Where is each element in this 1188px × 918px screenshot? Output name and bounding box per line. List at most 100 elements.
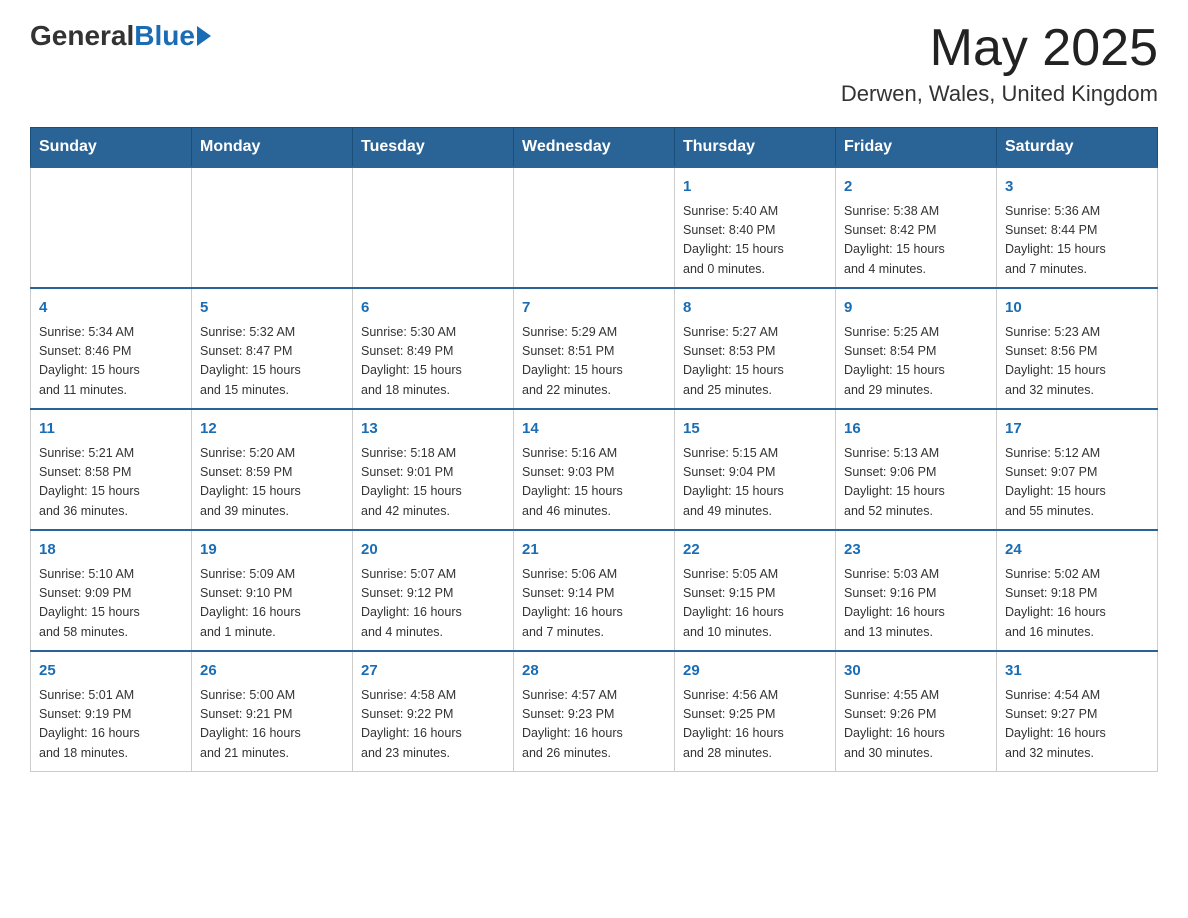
day-of-week-header: Thursday xyxy=(675,128,836,168)
day-info: Sunrise: 5:06 AM Sunset: 9:14 PM Dayligh… xyxy=(522,565,666,643)
day-number: 16 xyxy=(844,418,988,441)
calendar-week-row: 25 Sunrise: 5:01 AM Sunset: 9:19 PM Dayli… xyxy=(31,651,1158,772)
logo-general-text: General xyxy=(30,20,134,52)
calendar-cell: 19 Sunrise: 5:09 AM Sunset: 9:10 PM Dayli… xyxy=(192,530,353,651)
calendar-cell: 11Sunrise: 5:21 AM Sunset: 8:58 PM Dayli… xyxy=(31,409,192,530)
calendar-cell: 14Sunrise: 5:16 AM Sunset: 9:03 PM Dayli… xyxy=(514,409,675,530)
day-info: Sunrise: 5:09 AM Sunset: 9:10 PM Dayligh… xyxy=(200,565,344,643)
day-info: Sunrise: 5:32 AM Sunset: 8:47 PM Dayligh… xyxy=(200,323,344,401)
day-info: Sunrise: 4:56 AM Sunset: 9:25 PM Dayligh… xyxy=(683,686,827,764)
day-info: Sunrise: 5:12 AM Sunset: 9:07 PM Dayligh… xyxy=(1005,444,1149,522)
title-area: May 2025 Derwen, Wales, United Kingdom xyxy=(841,20,1158,107)
day-number: 3 xyxy=(1005,176,1149,199)
calendar-cell: 12Sunrise: 5:20 AM Sunset: 8:59 PM Dayli… xyxy=(192,409,353,530)
day-info: Sunrise: 5:10 AM Sunset: 9:09 PM Dayligh… xyxy=(39,565,183,643)
calendar-cell: 21 Sunrise: 5:06 AM Sunset: 9:14 PM Dayli… xyxy=(514,530,675,651)
calendar-cell: 28 Sunrise: 4:57 AM Sunset: 9:23 PM Dayli… xyxy=(514,651,675,772)
day-number: 1 xyxy=(683,176,827,199)
day-info: Sunrise: 5:13 AM Sunset: 9:06 PM Dayligh… xyxy=(844,444,988,522)
day-info: Sunrise: 5:40 AM Sunset: 8:40 PM Dayligh… xyxy=(683,202,827,280)
day-info: Sunrise: 5:34 AM Sunset: 8:46 PM Dayligh… xyxy=(39,323,183,401)
day-number: 2 xyxy=(844,176,988,199)
calendar-cell: 9Sunrise: 5:25 AM Sunset: 8:54 PM Daylig… xyxy=(836,288,997,409)
logo-blue-part: Blue xyxy=(134,20,211,52)
month-title: May 2025 xyxy=(841,20,1158,77)
day-number: 28 xyxy=(522,660,666,683)
day-number: 26 xyxy=(200,660,344,683)
calendar-week-row: 1 Sunrise: 5:40 AM Sunset: 8:40 PM Daylig… xyxy=(31,167,1158,288)
day-number: 27 xyxy=(361,660,505,683)
calendar-cell: 20 Sunrise: 5:07 AM Sunset: 9:12 PM Dayli… xyxy=(353,530,514,651)
calendar-cell: 18Sunrise: 5:10 AM Sunset: 9:09 PM Dayli… xyxy=(31,530,192,651)
day-info: Sunrise: 5:00 AM Sunset: 9:21 PM Dayligh… xyxy=(200,686,344,764)
day-number: 13 xyxy=(361,418,505,441)
calendar-cell: 2Sunrise: 5:38 AM Sunset: 8:42 PM Daylig… xyxy=(836,167,997,288)
calendar-cell: 8Sunrise: 5:27 AM Sunset: 8:53 PM Daylig… xyxy=(675,288,836,409)
day-number: 22 xyxy=(683,539,827,562)
calendar-cell xyxy=(353,167,514,288)
day-info: Sunrise: 4:58 AM Sunset: 9:22 PM Dayligh… xyxy=(361,686,505,764)
day-number: 19 xyxy=(200,539,344,562)
logo: General Blue xyxy=(30,20,211,52)
calendar-cell: 10 Sunrise: 5:23 AM Sunset: 8:56 PM Dayli… xyxy=(997,288,1158,409)
logo-blue-text: Blue xyxy=(134,20,195,52)
day-of-week-header: Monday xyxy=(192,128,353,168)
calendar-cell: 26 Sunrise: 5:00 AM Sunset: 9:21 PM Dayli… xyxy=(192,651,353,772)
day-of-week-header: Wednesday xyxy=(514,128,675,168)
day-number: 21 xyxy=(522,539,666,562)
day-of-week-header: Saturday xyxy=(997,128,1158,168)
day-number: 7 xyxy=(522,297,666,320)
calendar-cell xyxy=(192,167,353,288)
calendar-cell: 16 Sunrise: 5:13 AM Sunset: 9:06 PM Dayli… xyxy=(836,409,997,530)
calendar-cell: 29 Sunrise: 4:56 AM Sunset: 9:25 PM Dayli… xyxy=(675,651,836,772)
day-number: 6 xyxy=(361,297,505,320)
calendar-cell: 13 Sunrise: 5:18 AM Sunset: 9:01 PM Dayli… xyxy=(353,409,514,530)
day-number: 11 xyxy=(39,418,183,441)
day-number: 30 xyxy=(844,660,988,683)
calendar-cell: 22 Sunrise: 5:05 AM Sunset: 9:15 PM Dayli… xyxy=(675,530,836,651)
calendar-week-row: 11Sunrise: 5:21 AM Sunset: 8:58 PM Dayli… xyxy=(31,409,1158,530)
day-number: 25 xyxy=(39,660,183,683)
day-of-week-header: Tuesday xyxy=(353,128,514,168)
day-info: Sunrise: 4:55 AM Sunset: 9:26 PM Dayligh… xyxy=(844,686,988,764)
page-header: General Blue May 2025 Derwen, Wales, Uni… xyxy=(30,20,1158,107)
day-number: 23 xyxy=(844,539,988,562)
calendar-cell: 23 Sunrise: 5:03 AM Sunset: 9:16 PM Dayli… xyxy=(836,530,997,651)
day-info: Sunrise: 5:05 AM Sunset: 9:15 PM Dayligh… xyxy=(683,565,827,643)
calendar-table: SundayMondayTuesdayWednesdayThursdayFrid… xyxy=(30,127,1158,772)
day-info: Sunrise: 5:23 AM Sunset: 8:56 PM Dayligh… xyxy=(1005,323,1149,401)
calendar-cell: 3 Sunrise: 5:36 AM Sunset: 8:44 PM Daylig… xyxy=(997,167,1158,288)
day-number: 31 xyxy=(1005,660,1149,683)
day-number: 24 xyxy=(1005,539,1149,562)
calendar-cell: 6 Sunrise: 5:30 AM Sunset: 8:49 PM Daylig… xyxy=(353,288,514,409)
calendar-cell: 25 Sunrise: 5:01 AM Sunset: 9:19 PM Dayli… xyxy=(31,651,192,772)
day-info: Sunrise: 5:20 AM Sunset: 8:59 PM Dayligh… xyxy=(200,444,344,522)
calendar-cell: 31 Sunrise: 4:54 AM Sunset: 9:27 PM Dayli… xyxy=(997,651,1158,772)
day-info: Sunrise: 5:29 AM Sunset: 8:51 PM Dayligh… xyxy=(522,323,666,401)
day-info: Sunrise: 4:54 AM Sunset: 9:27 PM Dayligh… xyxy=(1005,686,1149,764)
day-number: 10 xyxy=(1005,297,1149,320)
day-info: Sunrise: 5:27 AM Sunset: 8:53 PM Dayligh… xyxy=(683,323,827,401)
calendar-cell: 24Sunrise: 5:02 AM Sunset: 9:18 PM Dayli… xyxy=(997,530,1158,651)
day-of-week-header: Sunday xyxy=(31,128,192,168)
calendar-cell xyxy=(31,167,192,288)
day-info: Sunrise: 5:07 AM Sunset: 9:12 PM Dayligh… xyxy=(361,565,505,643)
day-of-week-header: Friday xyxy=(836,128,997,168)
location-text: Derwen, Wales, United Kingdom xyxy=(841,81,1158,107)
logo-arrow-icon xyxy=(197,26,211,46)
day-info: Sunrise: 5:01 AM Sunset: 9:19 PM Dayligh… xyxy=(39,686,183,764)
day-number: 29 xyxy=(683,660,827,683)
day-info: Sunrise: 5:30 AM Sunset: 8:49 PM Dayligh… xyxy=(361,323,505,401)
day-number: 15 xyxy=(683,418,827,441)
calendar-header-row: SundayMondayTuesdayWednesdayThursdayFrid… xyxy=(31,128,1158,168)
day-info: Sunrise: 5:36 AM Sunset: 8:44 PM Dayligh… xyxy=(1005,202,1149,280)
calendar-cell: 30 Sunrise: 4:55 AM Sunset: 9:26 PM Dayli… xyxy=(836,651,997,772)
calendar-cell: 27 Sunrise: 4:58 AM Sunset: 9:22 PM Dayli… xyxy=(353,651,514,772)
day-info: Sunrise: 5:03 AM Sunset: 9:16 PM Dayligh… xyxy=(844,565,988,643)
day-number: 5 xyxy=(200,297,344,320)
calendar-cell: 1 Sunrise: 5:40 AM Sunset: 8:40 PM Daylig… xyxy=(675,167,836,288)
day-number: 17 xyxy=(1005,418,1149,441)
day-info: Sunrise: 4:57 AM Sunset: 9:23 PM Dayligh… xyxy=(522,686,666,764)
day-info: Sunrise: 5:18 AM Sunset: 9:01 PM Dayligh… xyxy=(361,444,505,522)
day-number: 20 xyxy=(361,539,505,562)
